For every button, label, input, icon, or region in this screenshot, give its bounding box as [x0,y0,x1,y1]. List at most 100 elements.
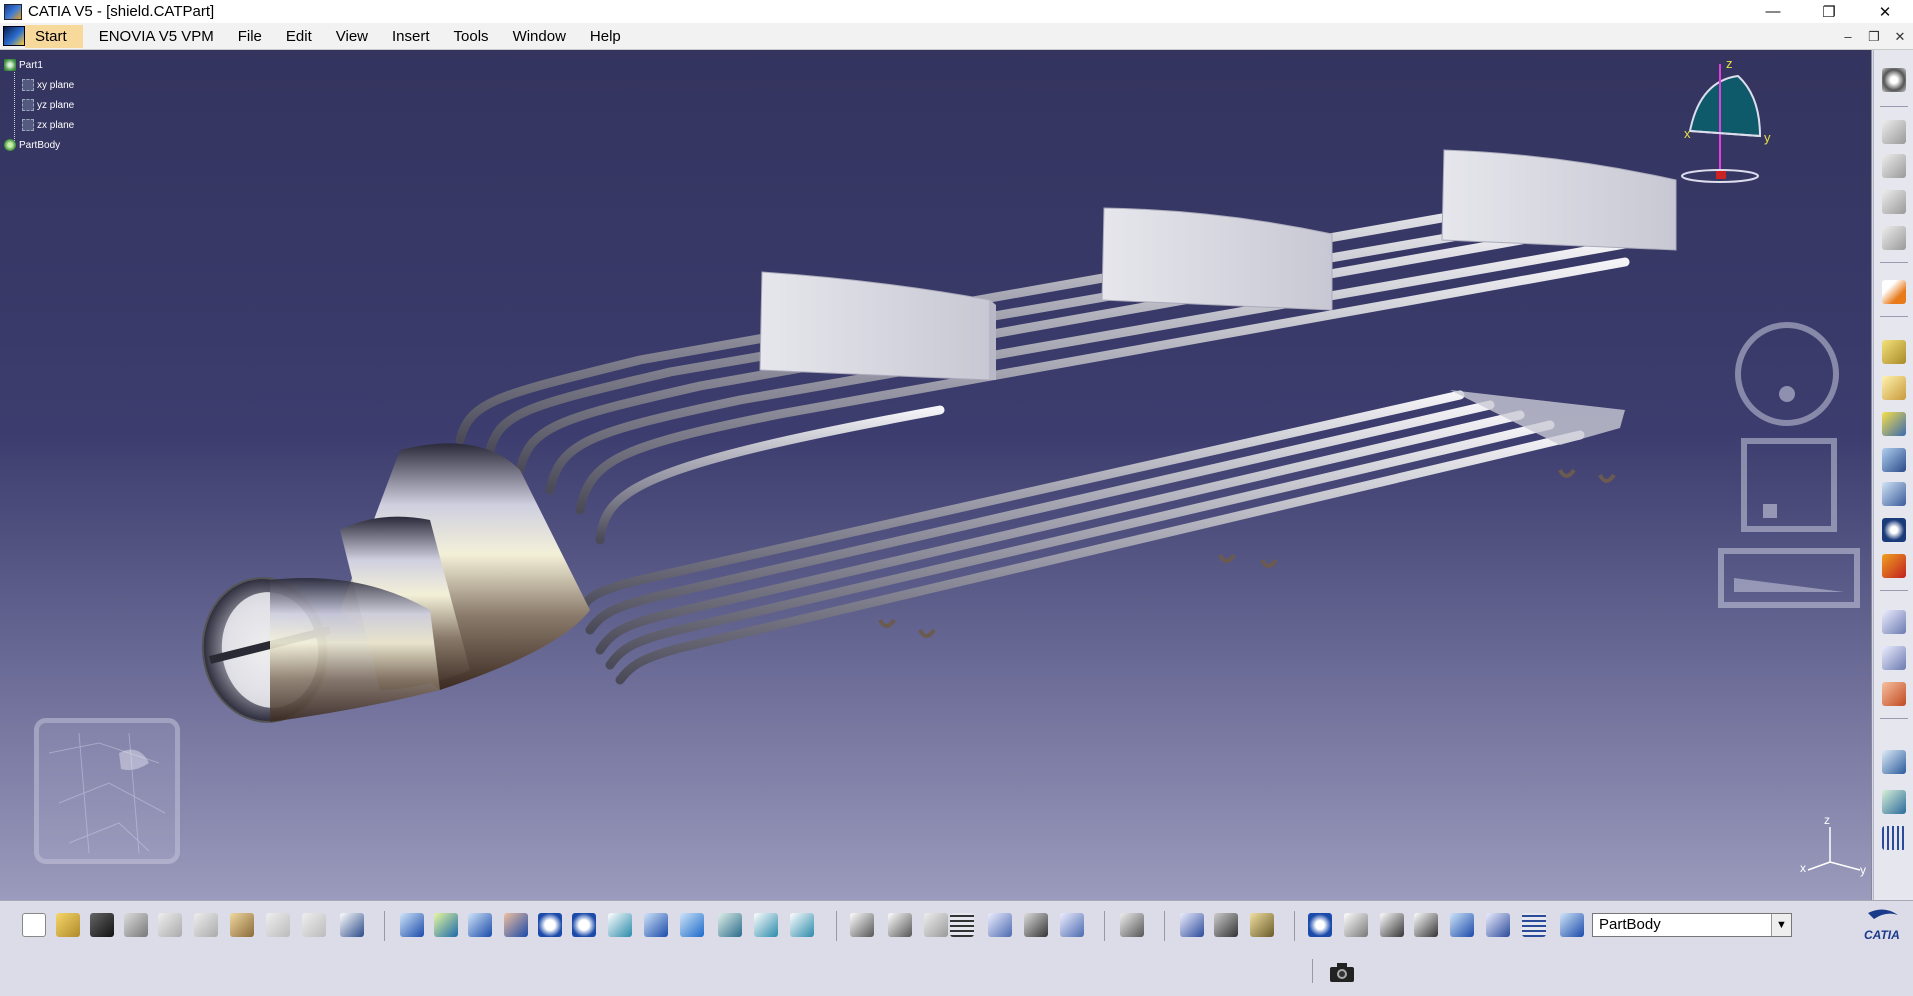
redo-icon[interactable] [302,913,326,937]
menu-edit[interactable]: Edit [278,25,320,48]
fly-mode-icon[interactable] [400,913,424,937]
support-block-2[interactable] [1101,207,1333,311]
pocket-icon[interactable] [1882,376,1906,400]
pan-pad-knob[interactable] [1763,504,1777,518]
menu-enovia[interactable]: ENOVIA V5 VPM [91,25,222,48]
properties-icon[interactable] [1060,913,1084,937]
multi-view-icon[interactable] [644,913,668,937]
pad-icon[interactable] [1882,340,1906,364]
instantiate-icon[interactable] [988,913,1012,937]
tree-node-xy-plane[interactable]: xy plane [22,75,74,95]
reference-point-icon[interactable] [1882,518,1906,542]
doc-restore-button[interactable]: ❐ [1861,29,1887,45]
close-button[interactable]: ✕ [1857,0,1913,23]
rotation-dial-knob[interactable] [1779,386,1795,402]
boolean-icon[interactable] [1882,482,1906,506]
catalog-icon[interactable] [1024,913,1048,937]
hand-icon[interactable] [1344,913,1368,937]
grid-icon[interactable] [1882,826,1906,850]
compare-icon[interactable] [1180,913,1204,937]
part-model-scene[interactable] [0,50,1872,900]
rotate-icon[interactable] [504,913,528,937]
publish-icon[interactable] [1214,913,1238,937]
support-block-3[interactable] [1441,149,1677,251]
normal-view-icon[interactable] [608,913,632,937]
zoom-in-icon[interactable] [538,913,562,937]
menu-file[interactable]: File [230,25,270,48]
annotation-text-icon[interactable] [1882,610,1906,634]
rib-icon[interactable] [1882,448,1906,472]
pan-pad[interactable] [1741,438,1837,532]
compass-widget[interactable]: z x y [1660,56,1780,186]
constraint-icon[interactable] [1486,913,1510,937]
bottle-icon[interactable] [1250,913,1274,937]
measure-icon[interactable] [1882,750,1906,774]
whats-this-icon[interactable] [340,913,364,937]
paste-icon[interactable] [230,913,254,937]
tree-node-root[interactable]: Part1 [4,55,74,75]
menu-start[interactable]: Start [25,24,83,48]
work-object-select[interactable]: PartBody ▼ [1592,913,1792,937]
menu-help[interactable]: Help [582,25,629,48]
3d-navigator-widget[interactable] [34,718,180,864]
shield-nozzle[interactable] [194,443,590,730]
select-arrow-icon[interactable] [1882,280,1906,304]
knowledge-icon[interactable] [888,913,912,937]
axis-icon[interactable] [1380,913,1404,937]
print-icon[interactable] [124,913,148,937]
formula-icon[interactable] [850,913,874,937]
sketcher-gear-icon[interactable] [1882,68,1906,92]
profile-feature-icon[interactable] [1882,226,1906,250]
specification-tree[interactable]: Part1 xy plane yz plane zx plane PartBod… [4,55,74,155]
scan-icon[interactable] [1120,913,1144,937]
save-icon[interactable] [90,913,114,937]
start-menu-icon[interactable] [3,26,25,46]
menu-window[interactable]: Window [505,25,574,48]
layer-icon[interactable] [1450,913,1474,937]
fit-all-icon[interactable] [434,913,458,937]
support-block-1[interactable] [759,271,996,381]
iso-view-icon[interactable] [680,913,704,937]
minimize-button[interactable]: — [1745,0,1801,23]
doc-minimize-button[interactable]: – [1835,29,1861,44]
draft-icon[interactable] [1882,554,1906,578]
doc-close-button[interactable]: ✕ [1887,29,1913,45]
shaft-icon[interactable] [1882,412,1906,436]
analysis-icon[interactable] [1882,790,1906,814]
pan-icon[interactable] [468,913,492,937]
compass-handle[interactable] [1716,171,1726,179]
restore-button[interactable]: ❐ [1801,0,1857,23]
new-file-icon[interactable] [22,913,46,937]
swap-space-icon[interactable] [790,913,814,937]
menu-view[interactable]: View [328,25,376,48]
open-folder-icon[interactable] [56,913,80,937]
copy-icon[interactable] [194,913,218,937]
design-table-icon[interactable] [950,913,974,937]
list-icon[interactable] [1522,913,1546,937]
tree-node-yz-plane[interactable]: yz plane [22,95,74,115]
menu-insert[interactable]: Insert [384,25,438,48]
zoom-slider[interactable] [1718,548,1860,608]
shading-icon[interactable] [718,913,742,937]
output-feature-icon[interactable] [1882,190,1906,214]
positioned-sketch-icon[interactable] [1882,154,1906,178]
camera-icon[interactable] [1328,961,1356,985]
menu-tools[interactable]: Tools [446,25,497,48]
cut-icon[interactable] [158,913,182,937]
3d-viewport[interactable]: Part1 xy plane yz plane zx plane PartBod… [0,50,1872,900]
chevron-down-icon[interactable]: ▼ [1771,914,1791,936]
undo-icon[interactable] [266,913,290,937]
lower-tube-bundle[interactable] [575,390,1625,685]
flag-note-icon[interactable] [1882,646,1906,670]
scale-icon[interactable] [1414,913,1438,937]
tree-node-zx-plane[interactable]: zx plane [22,115,74,135]
law-icon[interactable] [924,913,948,937]
spin-icon[interactable] [1308,913,1332,937]
define-in-work-object-icon[interactable] [1560,913,1584,937]
sketch-icon[interactable] [1882,120,1906,144]
hide-show-icon[interactable] [754,913,778,937]
rotation-dial[interactable] [1735,322,1839,426]
zoom-out-icon[interactable] [572,913,596,937]
tree-node-partbody[interactable]: PartBody [4,135,74,155]
material-icon[interactable] [1882,682,1906,706]
